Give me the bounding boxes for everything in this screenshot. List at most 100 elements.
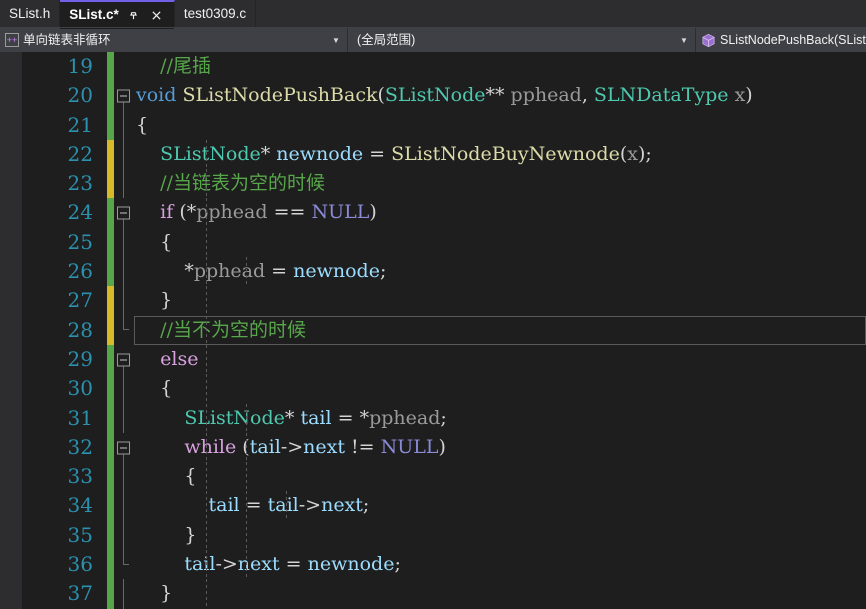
editor-tab-test0309c[interactable]: test0309.c (174, 0, 257, 28)
collapse-minus-icon[interactable] (117, 89, 130, 103)
project-scope-dropdown[interactable]: ++ 单向链表非循环 ▼ (0, 28, 348, 52)
outlining-column[interactable] (114, 81, 134, 111)
change-indicator-bar (107, 579, 114, 609)
editor-tab-slistc[interactable]: SList.c* (60, 0, 175, 29)
selection-margin[interactable] (0, 550, 22, 580)
code-tokens: else (160, 347, 199, 370)
code-line-33[interactable]: 33 { (0, 462, 866, 492)
code-line-25[interactable]: 25 { (0, 227, 866, 258)
code-line-35[interactable]: 35 } (0, 520, 866, 551)
outlining-column[interactable] (114, 198, 134, 228)
selection-margin[interactable] (0, 374, 22, 404)
collapse-minus-icon[interactable] (117, 441, 130, 454)
selection-margin[interactable] (0, 403, 22, 433)
code-text[interactable]: SListNode* newnode = SListNodeBuyNewnode… (134, 139, 866, 170)
code-tokens: tail->next = newnode; (184, 553, 401, 576)
code-line-26[interactable]: 26 *pphead = newnode; (0, 257, 866, 287)
code-line-32[interactable]: 32 while (tail->next != NULL) (0, 432, 866, 463)
code-tokens: //当链表为空的时候 (160, 172, 325, 195)
code-text[interactable]: //当链表为空的时候 (134, 169, 866, 199)
selection-margin[interactable] (0, 344, 22, 375)
selection-margin[interactable] (0, 286, 22, 316)
outlining-column[interactable] (114, 374, 134, 404)
code-line-28[interactable]: 28 //当不为空的时候 (0, 315, 866, 345)
close-icon[interactable] (149, 7, 165, 23)
code-line-31[interactable]: 31 SListNode* tail = *pphead; (0, 403, 866, 433)
code-editor-surface[interactable]: 19 //尾插 20 void SListNodePushBack(SListNod… (0, 52, 866, 609)
selection-margin[interactable] (0, 462, 22, 492)
code-text[interactable]: } (134, 286, 866, 316)
code-line-30[interactable]: 30 { (0, 374, 866, 404)
selection-margin[interactable] (0, 432, 22, 463)
code-text[interactable]: *pphead = newnode; (134, 257, 866, 287)
selection-margin[interactable] (0, 491, 22, 521)
code-line-23[interactable]: 23 //当链表为空的时候 (0, 169, 866, 199)
outlining-column[interactable] (114, 286, 134, 316)
line-number: 20 (67, 83, 93, 108)
indent-guide (206, 579, 207, 609)
selection-margin[interactable] (0, 52, 22, 82)
outlining-column[interactable] (114, 227, 134, 258)
chevron-down-icon[interactable]: ▼ (676, 36, 692, 45)
outlining-column[interactable] (114, 345, 134, 375)
selection-margin[interactable] (0, 110, 22, 140)
code-text[interactable]: if (*pphead == NULL) (134, 198, 866, 228)
selection-margin[interactable] (0, 315, 22, 345)
selection-margin[interactable] (0, 579, 22, 609)
code-text[interactable]: SListNode* tail = *pphead; (134, 403, 866, 433)
outlining-column[interactable] (114, 491, 134, 521)
outlining-column[interactable] (114, 403, 134, 433)
collapse-minus-icon[interactable] (117, 353, 130, 367)
selection-margin[interactable] (0, 139, 22, 170)
code-text[interactable]: } (134, 579, 866, 609)
function-member-dropdown[interactable]: SListNodePushBack(SListN (696, 28, 866, 52)
editor-tab-slisth[interactable]: SList.h (0, 0, 61, 28)
chevron-down-icon[interactable]: ▼ (328, 36, 344, 45)
code-line-36[interactable]: 36 tail->next = newnode; (0, 550, 866, 580)
selection-margin[interactable] (0, 81, 22, 111)
code-text[interactable]: tail = tail->next; (134, 491, 866, 521)
member-scope-dropdown[interactable]: (全局范围) ▼ (348, 28, 696, 52)
outlining-column[interactable] (114, 257, 134, 287)
code-line-22[interactable]: 22 SListNode* newnode = SListNodeBuyNewn… (0, 139, 866, 170)
outlining-column[interactable] (114, 462, 134, 492)
outlining-column[interactable] (114, 110, 134, 140)
code-tokens: } (184, 523, 197, 546)
selection-margin[interactable] (0, 169, 22, 199)
code-text[interactable]: else (134, 344, 866, 375)
outlining-column[interactable] (114, 433, 134, 463)
code-text[interactable]: { (134, 227, 866, 258)
code-text[interactable]: { (134, 374, 866, 404)
selection-margin[interactable] (0, 257, 22, 287)
code-line-24[interactable]: 24 if (*pphead == NULL) (0, 198, 866, 228)
selection-margin[interactable] (0, 198, 22, 228)
code-text[interactable]: //尾插 (134, 52, 866, 81)
code-line-27[interactable]: 27 } (0, 286, 866, 316)
code-line-37[interactable]: 37 } (0, 579, 866, 609)
code-text[interactable]: tail->next = newnode; (134, 550, 866, 580)
outlining-column[interactable] (114, 169, 134, 199)
code-line-20[interactable]: 20 void SListNodePushBack(SListNode** pph… (0, 81, 866, 111)
outlining-column[interactable] (114, 550, 134, 579)
code-text[interactable]: while (tail->next != NULL) (134, 432, 866, 463)
selection-margin[interactable] (0, 520, 22, 551)
outlining-column[interactable] (114, 315, 134, 345)
code-text[interactable]: { (134, 111, 866, 140)
outlining-column[interactable] (114, 579, 134, 609)
outlining-column[interactable] (114, 520, 134, 551)
code-text[interactable]: //当不为空的时候 (134, 315, 866, 345)
code-line-34[interactable]: 34 tail = tail->next; (0, 491, 866, 521)
outlining-column[interactable] (114, 52, 134, 81)
selection-margin[interactable] (0, 227, 22, 258)
code-line-21[interactable]: 21 { (0, 110, 866, 140)
outlining-column[interactable] (114, 139, 134, 170)
code-line-19[interactable]: 19 //尾插 (0, 52, 866, 82)
code-line-29[interactable]: 29 else (0, 344, 866, 375)
indent-guide (206, 344, 207, 375)
code-text[interactable]: } (134, 520, 866, 551)
line-number: 31 (67, 405, 93, 430)
pin-icon[interactable] (126, 7, 142, 23)
collapse-minus-icon[interactable] (117, 206, 130, 220)
code-text[interactable]: void SListNodePushBack(SListNode** pphea… (134, 81, 866, 110)
code-text[interactable]: { (134, 462, 866, 492)
